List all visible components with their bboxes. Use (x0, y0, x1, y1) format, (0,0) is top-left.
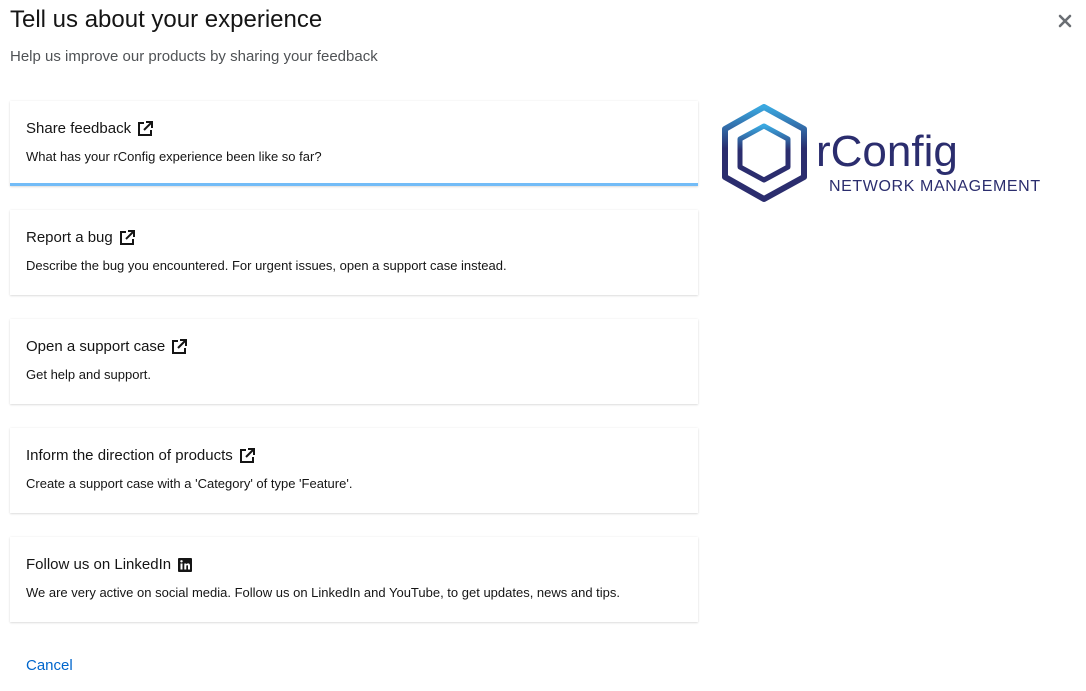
card-report-bug[interactable]: Report a bug Describe the bug you encoun… (10, 210, 698, 295)
card-follow-linkedin[interactable]: Follow us on LinkedIn We are very active… (10, 537, 698, 622)
card-share-feedback[interactable]: Share feedback What has your rConfig exp… (10, 101, 698, 186)
card-title: Share feedback (26, 120, 132, 137)
card-title: Report a bug (26, 229, 113, 246)
card-title: Follow us on LinkedIn (26, 556, 172, 573)
external-link-icon (119, 230, 135, 246)
external-link-icon (239, 448, 255, 464)
cancel-button[interactable]: Cancel (26, 655, 73, 677)
card-description: Create a support case with a 'Category' … (26, 476, 353, 491)
linkedin-icon (177, 557, 193, 573)
external-link-icon (137, 121, 154, 137)
feedback-modal: Tell us about your experience Help us im… (0, 0, 1086, 691)
feedback-options: Share feedback What has your rConfig exp… (10, 101, 698, 646)
external-link-icon (171, 339, 188, 355)
rconfig-logo: rConfig NETWORK MANAGEMENT (721, 104, 1061, 204)
card-open-support-case[interactable]: Open a support case Get help and support… (10, 319, 698, 404)
close-icon (1058, 14, 1072, 28)
modal-title: Tell us about your experience (10, 6, 323, 33)
card-description: We are very active on social media. Foll… (26, 585, 621, 600)
card-description: Get help and support. (26, 367, 152, 382)
modal-subtitle: Help us improve our products by sharing … (10, 48, 378, 65)
card-inform-direction[interactable]: Inform the direction of products Create … (10, 428, 698, 513)
close-button[interactable] (1058, 12, 1072, 30)
svg-text:rConfig: rConfig (816, 127, 958, 176)
card-description: What has your rConfig experience been li… (26, 149, 322, 164)
card-title: Inform the direction of products (26, 447, 233, 464)
svg-text:NETWORK MANAGEMENT: NETWORK MANAGEMENT (829, 178, 1041, 195)
card-description: Describe the bug you encountered. For ur… (26, 258, 507, 273)
card-title: Open a support case (26, 338, 166, 355)
